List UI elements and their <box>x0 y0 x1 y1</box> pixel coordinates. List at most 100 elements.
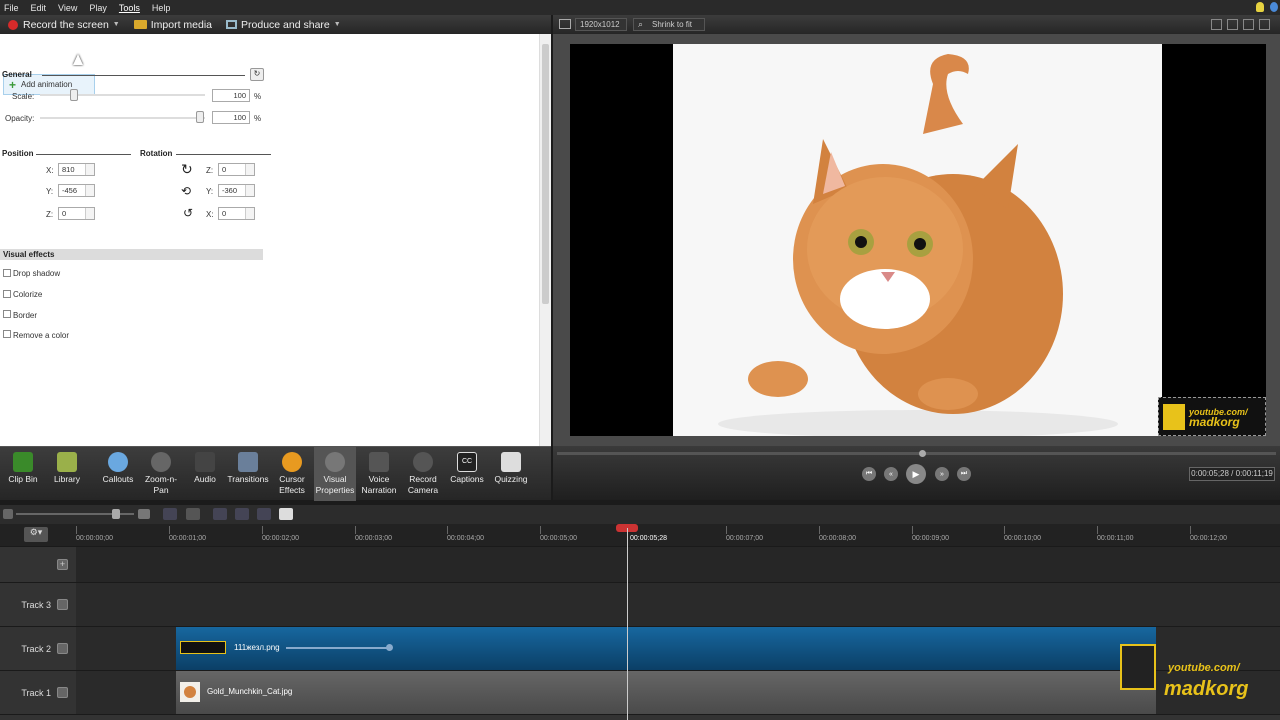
lock-icon[interactable] <box>57 687 68 698</box>
redo-icon[interactable] <box>186 508 200 520</box>
crop-icon[interactable] <box>1211 19 1222 30</box>
scrollbar-thumb[interactable] <box>542 44 549 304</box>
tab-clip-bin[interactable]: Clip Bin <box>2 447 44 501</box>
tab-captions[interactable]: CC Captions <box>446 447 488 501</box>
reset-icon[interactable]: ↻ <box>250 68 264 81</box>
clip-logo[interactable]: 111жезл.png <box>176 627 1156 670</box>
menu-play[interactable]: Play <box>89 3 107 13</box>
visual-effects-header[interactable]: Visual effects <box>0 249 263 260</box>
play-button[interactable]: ▶ <box>906 464 926 484</box>
zoom-dropdown[interactable]: ⌕ Shrink to fit <box>633 18 705 31</box>
tab-library[interactable]: Library <box>46 447 88 501</box>
tab-label: Clip Bin <box>8 474 38 484</box>
canvas-dimension-button[interactable]: 1920x1012 <box>575 18 627 31</box>
seek-handle[interactable] <box>919 450 926 457</box>
opacity-unit: % <box>254 114 262 123</box>
menu-edit[interactable]: Edit <box>31 3 47 13</box>
animation-arrow[interactable] <box>286 647 388 649</box>
track-2[interactable]: Track 2 111жезл.png <box>0 626 1280 670</box>
settings-gear-icon[interactable]: ⚙▾ <box>24 527 48 542</box>
watermark-logo[interactable]: youtube.com/ madkorg <box>1158 397 1266 436</box>
menu-view[interactable]: View <box>58 3 77 13</box>
lightbulb-icon[interactable] <box>1256 2 1264 12</box>
pos-z-input[interactable]: 0 <box>58 207 95 220</box>
clip-cat[interactable]: Gold_Munchkin_Cat.jpg <box>176 671 1156 714</box>
remove-color-label: Remove a color <box>13 331 70 340</box>
paste-icon[interactable] <box>279 508 293 520</box>
folder-icon <box>133 20 147 29</box>
ruler-tick: 00:00:08;00 <box>819 535 856 542</box>
rot-y-input[interactable]: -360 <box>218 184 255 197</box>
scale-slider-handle[interactable] <box>70 89 78 101</box>
produce-share-button[interactable]: Produce and share ▼ <box>226 19 341 31</box>
properties-scrollbar[interactable] <box>539 34 551 446</box>
tab-label-2: Pan <box>153 485 169 495</box>
split-icon[interactable] <box>235 508 249 520</box>
detach-icon[interactable] <box>1243 19 1254 30</box>
timeline-scrollbar[interactable] <box>0 714 1280 720</box>
cat-photo[interactable] <box>673 44 1162 436</box>
track-1[interactable]: Track 1 Gold_Munchkin_Cat.jpg <box>0 670 1280 714</box>
menu-tools[interactable]: Tools <box>119 3 140 13</box>
border-checkbox[interactable] <box>3 310 11 318</box>
playhead-line[interactable] <box>627 528 628 720</box>
zoom-icon <box>151 452 171 472</box>
tab-quizzing[interactable]: Quizzing <box>490 447 532 501</box>
opacity-input[interactable]: 100 <box>212 111 250 124</box>
microphone-icon <box>369 452 389 472</box>
jump-end-button[interactable]: ⏭ <box>957 467 971 481</box>
import-label: Import media <box>150 18 213 31</box>
pos-x-input[interactable]: 810 <box>58 163 95 176</box>
jump-start-button[interactable]: ⏮ <box>862 467 876 481</box>
tab-visual-properties[interactable]: Visual Properties <box>314 447 356 501</box>
zoom-out-icon[interactable] <box>3 509 13 519</box>
zoom-slider-handle[interactable] <box>112 509 120 519</box>
help-icon[interactable] <box>1270 2 1278 12</box>
pin-icon[interactable] <box>1259 19 1270 30</box>
scale-label: Scale: <box>12 92 35 101</box>
add-animation-label: Add animation <box>21 80 73 89</box>
fullscreen-icon[interactable] <box>1227 19 1238 30</box>
tab-callouts[interactable]: Callouts <box>98 447 138 501</box>
tab-voice-narration[interactable]: Voice Narration <box>358 447 400 501</box>
drop-shadow-checkbox[interactable] <box>3 269 11 277</box>
rotate-x-icon: ↺ <box>183 206 194 220</box>
menu-help[interactable]: Help <box>152 3 171 13</box>
plus-icon: + <box>9 77 17 92</box>
cut-icon[interactable] <box>213 508 227 520</box>
tab-label: Library <box>54 474 80 484</box>
rewind-button[interactable]: « <box>884 467 898 481</box>
record-screen-button[interactable]: Record the screen ▼ <box>8 19 120 31</box>
search-icon: ⌕ <box>638 19 644 29</box>
tab-record-camera[interactable]: Record Camera <box>402 447 444 501</box>
undo-icon[interactable] <box>163 508 177 520</box>
forward-button[interactable]: » <box>935 467 949 481</box>
scale-input[interactable]: 100 <box>212 89 250 102</box>
tab-transitions[interactable]: Transitions <box>226 447 270 501</box>
pos-y-input[interactable]: -456 <box>58 184 95 197</box>
opacity-slider-handle[interactable] <box>196 111 204 123</box>
rot-z-input[interactable]: 0 <box>218 163 255 176</box>
tab-audio[interactable]: Audio <box>186 447 224 501</box>
lock-icon[interactable] <box>57 599 68 610</box>
colorize-checkbox[interactable] <box>3 290 11 298</box>
copy-icon[interactable] <box>257 508 271 520</box>
tab-zoom-pan[interactable]: Zoom-n- Pan <box>140 447 182 501</box>
chevron-down-icon: ▼ <box>112 21 120 28</box>
rot-y-label: Y: <box>206 187 214 196</box>
tab-cursor-effects[interactable]: Cursor Effects <box>272 447 312 501</box>
zoom-in-icon[interactable] <box>138 509 150 519</box>
seek-bar[interactable] <box>557 452 1276 455</box>
track-3[interactable]: Track 3 <box>0 582 1280 626</box>
remove-color-checkbox[interactable] <box>3 330 11 338</box>
canvas-size-icon[interactable] <box>559 19 571 29</box>
add-track-icon[interactable]: + <box>57 559 68 570</box>
rot-x-input[interactable]: 0 <box>218 207 255 220</box>
timeline-ruler[interactable]: ⚙▾ 00:00:00;00 00:00:01;00 00:00:02;00 0… <box>0 524 1280 546</box>
lock-icon[interactable] <box>57 643 68 654</box>
import-media-button[interactable]: Import media <box>133 18 213 31</box>
animation-end-point[interactable] <box>386 644 393 651</box>
menu-file[interactable]: File <box>4 3 19 13</box>
cat-thumbnail <box>180 682 200 702</box>
channel-watermark: youtube.com/ madkorg <box>1120 640 1260 718</box>
